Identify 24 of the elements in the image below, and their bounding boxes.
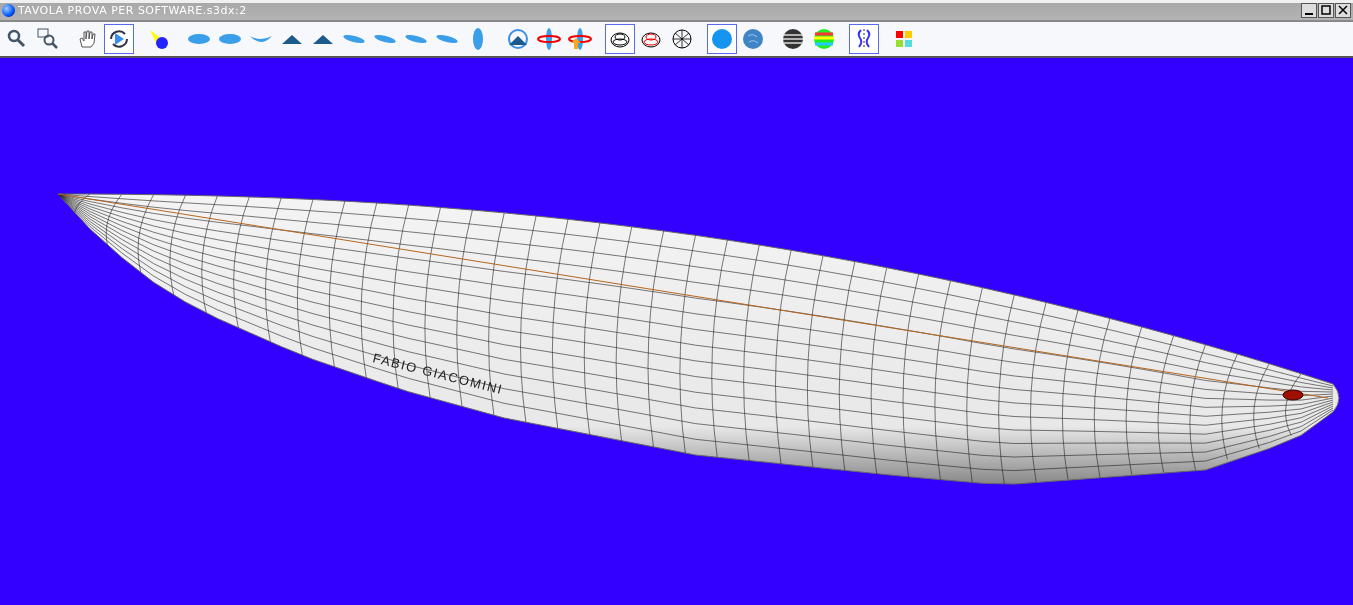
sphere-icon: [2, 3, 15, 17]
striped-sphere-icon: [781, 27, 805, 51]
maximize-icon: [1321, 5, 1331, 15]
rotate-arrow-icon: [568, 27, 592, 51]
symmetry-button[interactable]: [849, 24, 879, 54]
minimize-icon: [1305, 12, 1313, 15]
sphere-icon: [710, 27, 734, 51]
outline-button[interactable]: [605, 24, 635, 54]
spin-icon: [506, 27, 530, 51]
close-icon: [1338, 5, 1348, 15]
sphere-icon: [741, 27, 765, 51]
zoom-window-icon: [36, 27, 60, 51]
window-title: TAVOLA PROVA PER SOFTWARE.s3dx:2: [18, 3, 248, 17]
rainbow-sphere-icon: [812, 27, 836, 51]
rotate-icon: [107, 27, 131, 51]
mesh-icon: [670, 27, 694, 51]
minimize-button[interactable]: [1301, 2, 1317, 18]
rotate-x-icon: [537, 27, 561, 51]
rotate-button[interactable]: [104, 24, 134, 54]
light-icon: [147, 27, 171, 51]
close-button[interactable]: [1335, 2, 1351, 18]
sphere-button[interactable]: [707, 24, 737, 54]
maximize-button[interactable]: [1318, 2, 1334, 18]
board-side-icon: [249, 35, 273, 43]
